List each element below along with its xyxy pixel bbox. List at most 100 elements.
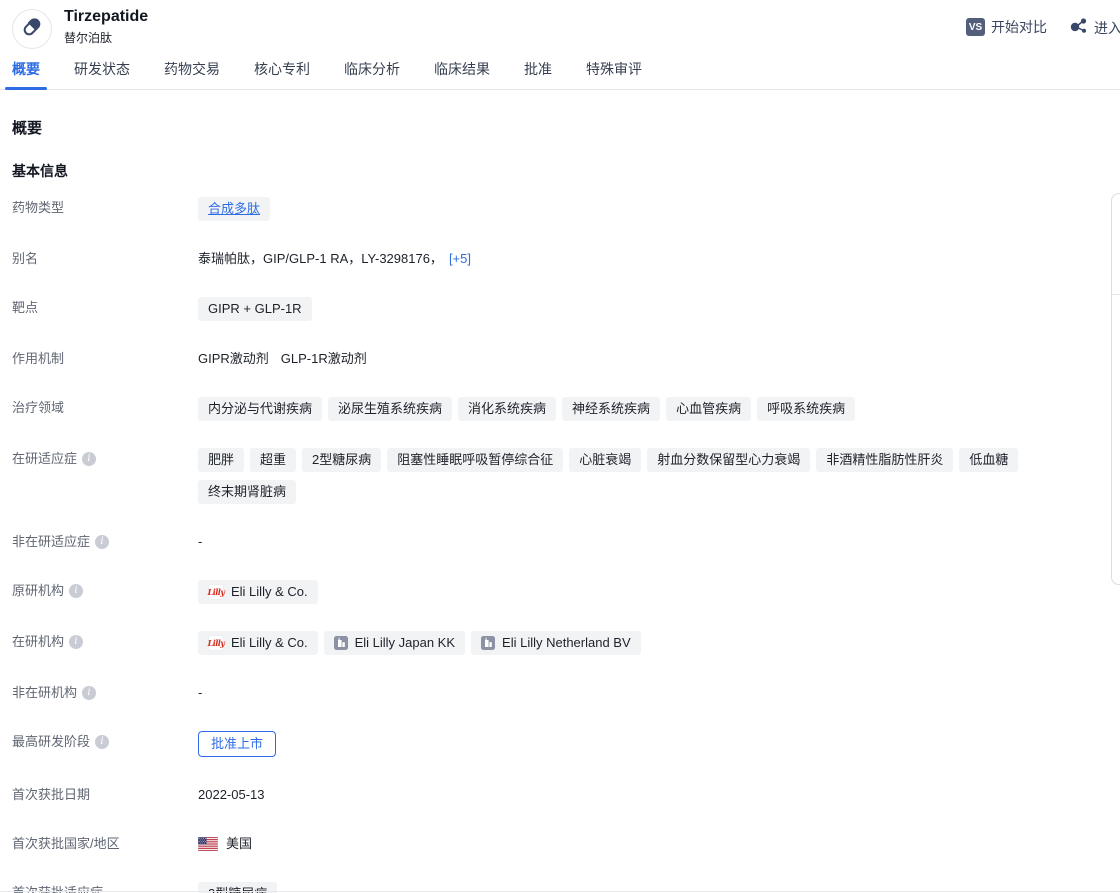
indication-tag[interactable]: 超重	[250, 448, 296, 472]
tab-drug-deals[interactable]: 药物交易	[164, 57, 220, 89]
empty-value: -	[198, 682, 202, 704]
tab-bar: 概要 研发状态 药物交易 核心专利 临床分析 临床结果 批准 特殊审评	[0, 57, 1120, 90]
tab-rd-status[interactable]: 研发状态	[74, 57, 130, 89]
start-compare-label: 开始对比	[991, 17, 1047, 37]
field-label: 靶点	[12, 297, 198, 319]
indication-tag[interactable]: 非酒精性脂肪性肝炎	[816, 448, 953, 472]
org-tag[interactable]: Eli Lilly Netherland BV	[471, 631, 641, 655]
field-label: 治疗领域	[12, 397, 198, 419]
indication-tag[interactable]: 低血糖	[959, 448, 1018, 472]
org-name: Eli Lilly & Co.	[231, 633, 308, 653]
drug-detail-page: Tirzepatide 替尔泊肽 VS 开始对比 进入 概要 研发状态 药物交易	[0, 0, 1120, 893]
drug-type-tag[interactable]: 合成多肽	[198, 197, 270, 221]
info-icon[interactable]: i	[82, 452, 96, 466]
network-share-icon	[1068, 17, 1088, 38]
row-first-approval-date: 首次获批日期 2022-05-13	[12, 784, 1120, 806]
building-icon	[334, 636, 348, 650]
lilly-logo-icon: Lilly	[208, 635, 224, 651]
tab-special-review[interactable]: 特殊审评	[586, 57, 642, 89]
therapy-area-tag[interactable]: 泌尿生殖系统疾病	[328, 397, 452, 421]
building-icon	[481, 636, 495, 650]
field-label: 最高研发阶段	[12, 731, 90, 753]
lilly-logo-icon: Lilly	[208, 584, 224, 600]
row-therapy-area: 治疗领域 内分泌与代谢疾病 泌尿生殖系统疾病 消化系统疾病 神经系统疾病 心血管…	[12, 397, 1120, 421]
overview-content: 概要 基本信息 药物类型 合成多肽 别名 泰瑞帕肽，GIP/GLP-1 RA，L…	[12, 90, 1120, 893]
row-active-orgs: 在研机构 i Lilly Eli Lilly & Co.	[12, 631, 1120, 655]
enter-label: 进入	[1094, 18, 1120, 38]
info-icon[interactable]: i	[69, 584, 83, 598]
org-tag[interactable]: Lilly Eli Lilly & Co.	[198, 631, 318, 655]
field-label: 非在研适应症	[12, 531, 90, 553]
indication-tag[interactable]: 肥胖	[198, 448, 244, 472]
tab-overview[interactable]: 概要	[12, 57, 40, 89]
first-approval-country-value: 美国	[226, 833, 252, 855]
tab-clinical-results[interactable]: 临床结果	[434, 57, 490, 89]
tab-clinical-analysis[interactable]: 临床分析	[344, 57, 400, 89]
drug-name: Tirzepatide	[64, 7, 148, 27]
org-name: Eli Lilly Netherland BV	[502, 633, 631, 653]
start-compare-button[interactable]: VS 开始对比	[966, 17, 1047, 37]
row-inactive-indications: 非在研适应症 i -	[12, 531, 1120, 553]
field-label: 在研适应症	[12, 448, 77, 470]
therapy-area-tag[interactable]: 消化系统疾病	[458, 397, 556, 421]
right-side-panel-edge[interactable]	[1111, 193, 1120, 585]
drug-avatar	[12, 9, 52, 49]
indication-tag[interactable]: 阻塞性睡眠呼吸暂停综合征	[387, 448, 563, 472]
side-panel-divider	[1112, 294, 1120, 295]
org-name: Eli Lilly & Co.	[231, 582, 308, 602]
row-highest-phase: 最高研发阶段 i 批准上市	[12, 731, 1120, 757]
row-originator: 原研机构 i Lilly Eli Lilly & Co.	[12, 580, 1120, 604]
org-tag[interactable]: Eli Lilly Japan KK	[324, 631, 465, 655]
field-label: 在研机构	[12, 631, 64, 653]
drug-name-cn: 替尔泊肽	[64, 30, 148, 46]
indication-tag[interactable]: 2型糖尿病	[302, 448, 381, 472]
info-icon[interactable]: i	[69, 635, 83, 649]
page-header: Tirzepatide 替尔泊肽 VS 开始对比 进入	[0, 0, 1120, 57]
row-drug-type: 药物类型 合成多肽	[12, 197, 1120, 221]
vs-badge-icon: VS	[966, 18, 985, 36]
therapy-area-tag[interactable]: 心血管疾病	[666, 397, 751, 421]
row-target: 靶点 GIPR + GLP-1R	[12, 297, 1120, 321]
indication-tag[interactable]: 终末期肾脏病	[198, 480, 296, 504]
moa-value: GIPR激动剂	[198, 348, 269, 370]
indication-tag[interactable]: 射血分数保留型心力衰竭	[647, 448, 810, 472]
target-tag[interactable]: GIPR + GLP-1R	[198, 297, 312, 321]
therapy-area-tag[interactable]: 神经系统疾病	[562, 397, 660, 421]
alias-more-link[interactable]: [+5]	[449, 248, 471, 270]
field-label: 首次获批国家/地区	[12, 833, 198, 855]
subsection-basic-info: 基本信息	[12, 162, 1120, 180]
info-icon[interactable]: i	[82, 686, 96, 700]
first-approval-date-value: 2022-05-13	[198, 784, 265, 806]
therapy-area-tag[interactable]: 内分泌与代谢疾病	[198, 397, 322, 421]
drug-type-link[interactable]: 合成多肽	[208, 201, 260, 216]
field-label: 药物类型	[12, 197, 198, 219]
basic-info-rows: 药物类型 合成多肽 别名 泰瑞帕肽，GIP/GLP-1 RA，LY-329817…	[12, 197, 1120, 893]
row-alias: 别名 泰瑞帕肽，GIP/GLP-1 RA，LY-3298176， [+5]	[12, 248, 1120, 270]
enter-network-button[interactable]: 进入	[1068, 17, 1120, 38]
field-label: 别名	[12, 248, 198, 270]
field-label: 非在研机构	[12, 682, 77, 704]
horizontal-scrollbar-line[interactable]	[0, 891, 1120, 892]
indication-tag[interactable]: 心脏衰竭	[569, 448, 641, 472]
tab-approvals[interactable]: 批准	[524, 57, 552, 89]
empty-value: -	[198, 531, 202, 553]
alias-text: 泰瑞帕肽，GIP/GLP-1 RA，LY-3298176，	[198, 248, 443, 270]
field-label: 首次获批日期	[12, 784, 198, 806]
row-first-approval-country: 首次获批国家/地区	[12, 833, 1120, 855]
row-inactive-orgs: 非在研机构 i -	[12, 682, 1120, 704]
org-tag[interactable]: Lilly Eli Lilly & Co.	[198, 580, 318, 604]
section-title-overview: 概要	[12, 119, 1120, 139]
org-name: Eli Lilly Japan KK	[355, 633, 455, 653]
field-label: 原研机构	[12, 580, 64, 602]
therapy-area-tag[interactable]: 呼吸系统疾病	[757, 397, 855, 421]
moa-value: GLP-1R激动剂	[281, 348, 367, 370]
title-block: Tirzepatide 替尔泊肽	[64, 7, 148, 46]
field-label: 作用机制	[12, 348, 198, 370]
capsule-icon	[21, 16, 43, 43]
info-icon[interactable]: i	[95, 535, 109, 549]
us-flag-icon	[198, 837, 218, 851]
highest-phase-badge[interactable]: 批准上市	[198, 731, 276, 757]
info-icon[interactable]: i	[95, 735, 109, 749]
tab-core-patents[interactable]: 核心专利	[254, 57, 310, 89]
row-active-indications: 在研适应症 i 肥胖 超重 2型糖尿病 阻塞性睡眠呼吸暂停综合征 心脏衰竭 射血…	[12, 448, 1120, 504]
